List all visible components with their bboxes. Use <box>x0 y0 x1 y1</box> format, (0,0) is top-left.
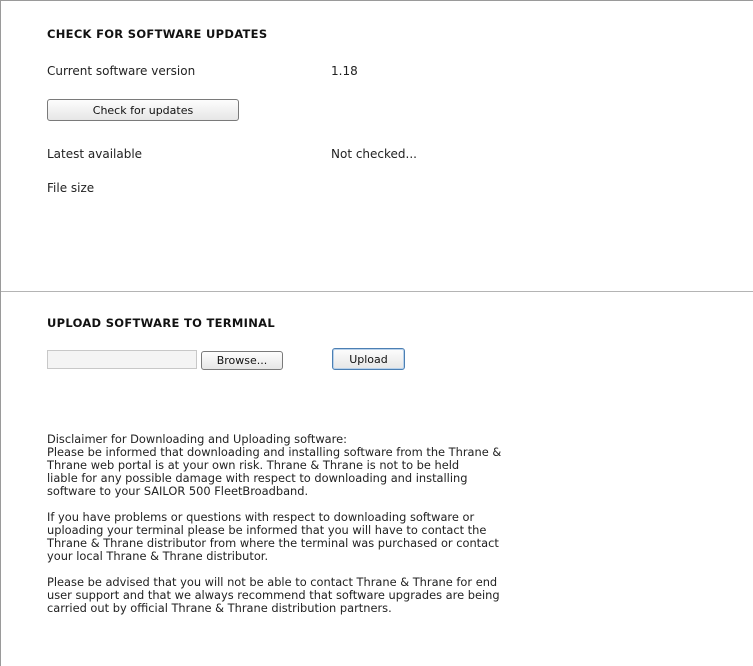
browse-button[interactable]: Browse... <box>201 351 283 370</box>
file-size-label: File size <box>47 181 95 195</box>
disclaimer-text: Disclaimer for Downloading and Uploading… <box>47 433 667 628</box>
disclaimer-paragraph-1: Disclaimer for Downloading and Uploading… <box>47 432 502 498</box>
current-version-value: 1.18 <box>331 64 358 78</box>
software-update-panel: CHECK FOR SOFTWARE UPDATES Current softw… <box>0 0 753 666</box>
latest-available-label: Latest available <box>47 147 143 161</box>
disclaimer-paragraph-2: If you have problems or questions with r… <box>47 510 499 563</box>
upload-section-title: UPLOAD SOFTWARE TO TERMINAL <box>47 316 275 330</box>
latest-available-value: Not checked... <box>331 147 417 161</box>
check-updates-section-title: CHECK FOR SOFTWARE UPDATES <box>47 27 268 41</box>
check-for-updates-button[interactable]: Check for updates <box>47 99 239 121</box>
disclaimer-paragraph-3: Please be advised that you will not be a… <box>47 575 500 615</box>
file-path-input[interactable] <box>47 350 197 369</box>
upload-button[interactable]: Upload <box>332 348 405 370</box>
section-divider <box>1 291 753 292</box>
current-version-label: Current software version <box>47 64 196 78</box>
